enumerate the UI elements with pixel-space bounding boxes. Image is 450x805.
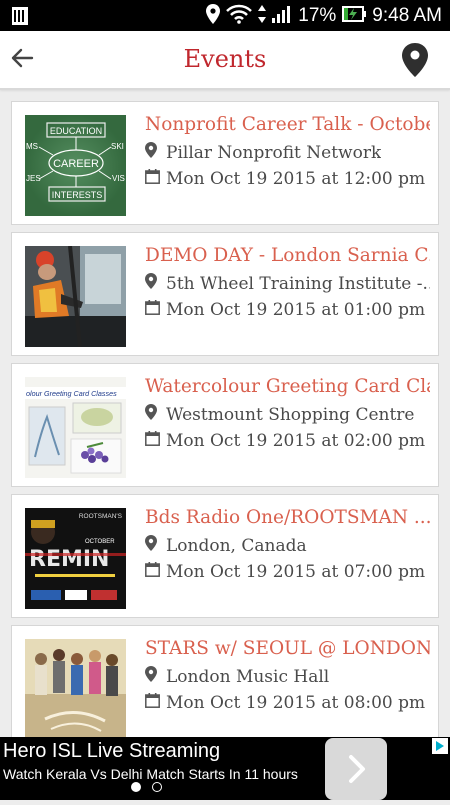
event-date-text: Mon Oct 19 2015 at 08:00 pm xyxy=(166,693,426,713)
event-location: Pillar Nonprofit Network xyxy=(145,142,430,163)
event-date-text: Mon Oct 19 2015 at 02:00 pm xyxy=(166,431,426,451)
event-card[interactable]: olour Greeting Card Classes Watercolour … xyxy=(11,363,439,487)
thumbnail-caption: olour Greeting Card Classes xyxy=(26,389,117,398)
pager-dot-active[interactable] xyxy=(131,782,141,792)
chevron-right-icon xyxy=(349,755,365,783)
event-title: Bds Radio One/ROOTSMAN ... xyxy=(145,507,430,528)
wifi-icon xyxy=(226,4,253,29)
chalk-word: SKI xyxy=(111,142,124,151)
event-location: London Music Hall xyxy=(145,666,430,687)
location-pin-icon xyxy=(145,404,161,425)
event-date: Mon Oct 19 2015 at 07:00 pm xyxy=(145,562,430,582)
event-location-text: Westmount Shopping Centre xyxy=(166,404,415,425)
map-pin-icon xyxy=(402,43,428,77)
event-thumbnail: ROOTSMAN'S REMIN OCTOBER xyxy=(25,508,126,609)
chalk-word: INTERESTS xyxy=(52,190,103,200)
page-title: Events xyxy=(183,45,267,73)
chalk-word: JES xyxy=(26,174,41,183)
pager-dot[interactable] xyxy=(152,782,162,792)
sim-card-icon xyxy=(12,7,28,30)
poster-text: ROOTSMAN'S xyxy=(79,513,123,520)
event-card[interactable]: STARS w/ SEOUL @ LONDON... London Music … xyxy=(11,625,439,749)
data-arrows-icon xyxy=(258,4,267,29)
ad-banner[interactable]: Hero ISL Live Streaming Watch Kerala Vs … xyxy=(0,737,450,800)
event-card[interactable]: ROOTSMAN'S REMIN OCTOBER Bds Radio One/R… xyxy=(11,494,439,618)
map-button[interactable] xyxy=(400,42,430,78)
event-location: 5th Wheel Training Institute -... xyxy=(145,273,430,294)
event-date: Mon Oct 19 2015 at 08:00 pm xyxy=(145,693,430,713)
battery-charging-icon xyxy=(342,5,367,28)
location-pin-icon xyxy=(145,535,161,556)
status-bar: 17% 9:48 AM xyxy=(0,0,450,31)
clock: 9:48 AM xyxy=(372,5,442,26)
event-location-text: London, Canada xyxy=(166,535,307,556)
event-title: Watercolour Greeting Card Cla... xyxy=(145,376,430,397)
chalk-word: MS xyxy=(26,142,38,151)
event-thumbnail: EDUCATION CAREER INTERESTS SKI MS VIS JE… xyxy=(25,115,126,216)
event-card[interactable]: DEMO DAY - London Sarnia C... 5th Wheel … xyxy=(11,232,439,356)
pager-dots xyxy=(131,782,162,792)
chalk-word: EDUCATION xyxy=(50,126,102,136)
event-date: Mon Oct 19 2015 at 02:00 pm xyxy=(145,431,430,451)
event-list: EDUCATION CAREER INTERESTS SKI MS VIS JE… xyxy=(11,101,439,756)
event-date-text: Mon Oct 19 2015 at 12:00 pm xyxy=(166,169,426,189)
event-title: Nonprofit Career Talk - Octobe... xyxy=(145,114,430,135)
event-date: Mon Oct 19 2015 at 12:00 pm xyxy=(145,169,430,189)
app-header: Events xyxy=(0,31,450,90)
location-pin-icon xyxy=(145,666,161,687)
event-card[interactable]: EDUCATION CAREER INTERESTS SKI MS VIS JE… xyxy=(11,101,439,225)
chalk-word: CAREER xyxy=(53,158,99,170)
location-status-icon xyxy=(206,3,221,29)
battery-percent: 17% xyxy=(298,5,337,26)
calendar-icon xyxy=(145,431,161,451)
signal-icon xyxy=(272,5,292,28)
ad-next-button[interactable] xyxy=(325,738,387,800)
event-location-text: Pillar Nonprofit Network xyxy=(166,142,382,163)
chalk-word: VIS xyxy=(112,174,125,183)
event-date: Mon Oct 19 2015 at 01:00 pm xyxy=(145,300,430,320)
event-date-text: Mon Oct 19 2015 at 07:00 pm xyxy=(166,562,426,582)
location-pin-icon xyxy=(145,142,161,163)
event-thumbnail: olour Greeting Card Classes xyxy=(25,377,126,478)
event-title: DEMO DAY - London Sarnia C... xyxy=(145,245,430,266)
calendar-icon xyxy=(145,300,161,320)
event-location-text: London Music Hall xyxy=(166,666,330,687)
ad-subtext: Watch Kerala Vs Delhi Match Starts In 11… xyxy=(3,766,298,782)
event-thumbnail xyxy=(25,246,126,347)
event-location: London, Canada xyxy=(145,535,430,556)
poster-text: OCTOBER xyxy=(85,539,115,545)
event-thumbnail xyxy=(25,639,126,740)
event-title: STARS w/ SEOUL @ LONDON... xyxy=(145,638,430,659)
calendar-icon xyxy=(145,693,161,713)
event-location: Westmount Shopping Centre xyxy=(145,404,430,425)
ad-choices-icon[interactable] xyxy=(432,738,448,754)
event-date-text: Mon Oct 19 2015 at 01:00 pm xyxy=(166,300,426,320)
location-pin-icon xyxy=(145,273,161,294)
calendar-icon xyxy=(145,169,161,189)
poster-text: REMIN xyxy=(29,547,109,572)
ad-headline: Hero ISL Live Streaming xyxy=(3,740,221,762)
calendar-icon xyxy=(145,562,161,582)
event-location-text: 5th Wheel Training Institute -... xyxy=(166,273,430,294)
